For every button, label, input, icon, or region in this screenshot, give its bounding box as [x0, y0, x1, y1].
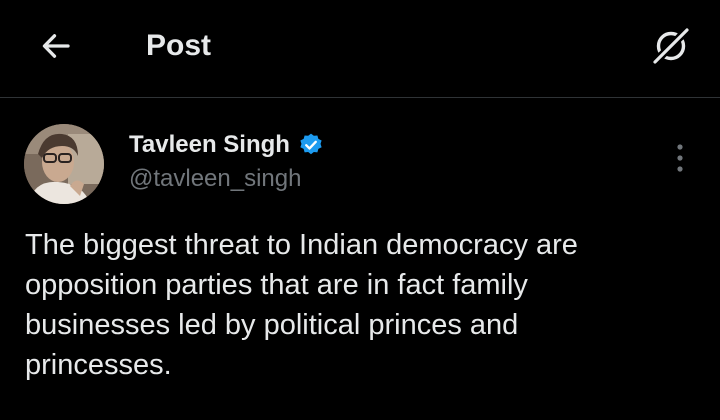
grok-button[interactable]: [645, 20, 697, 72]
verified-badge-icon: [298, 132, 324, 158]
page-title: Post: [146, 29, 212, 62]
avatar[interactable]: [24, 124, 104, 204]
profile-photo: [24, 124, 104, 204]
more-options-button[interactable]: [664, 140, 696, 176]
grok-icon: [649, 24, 693, 68]
tweet-text: The biggest threat to Indian democracy a…: [25, 229, 578, 381]
more-vertical-icon: [677, 144, 683, 172]
arrow-left-icon: [42, 34, 70, 58]
author-name-row[interactable]: Tavleen Singh: [129, 130, 324, 160]
author-handle[interactable]: @tavleen_singh: [129, 164, 301, 194]
author-display-name[interactable]: Tavleen Singh: [129, 130, 290, 160]
top-bar: Post: [0, 0, 720, 98]
back-button[interactable]: [34, 24, 78, 68]
